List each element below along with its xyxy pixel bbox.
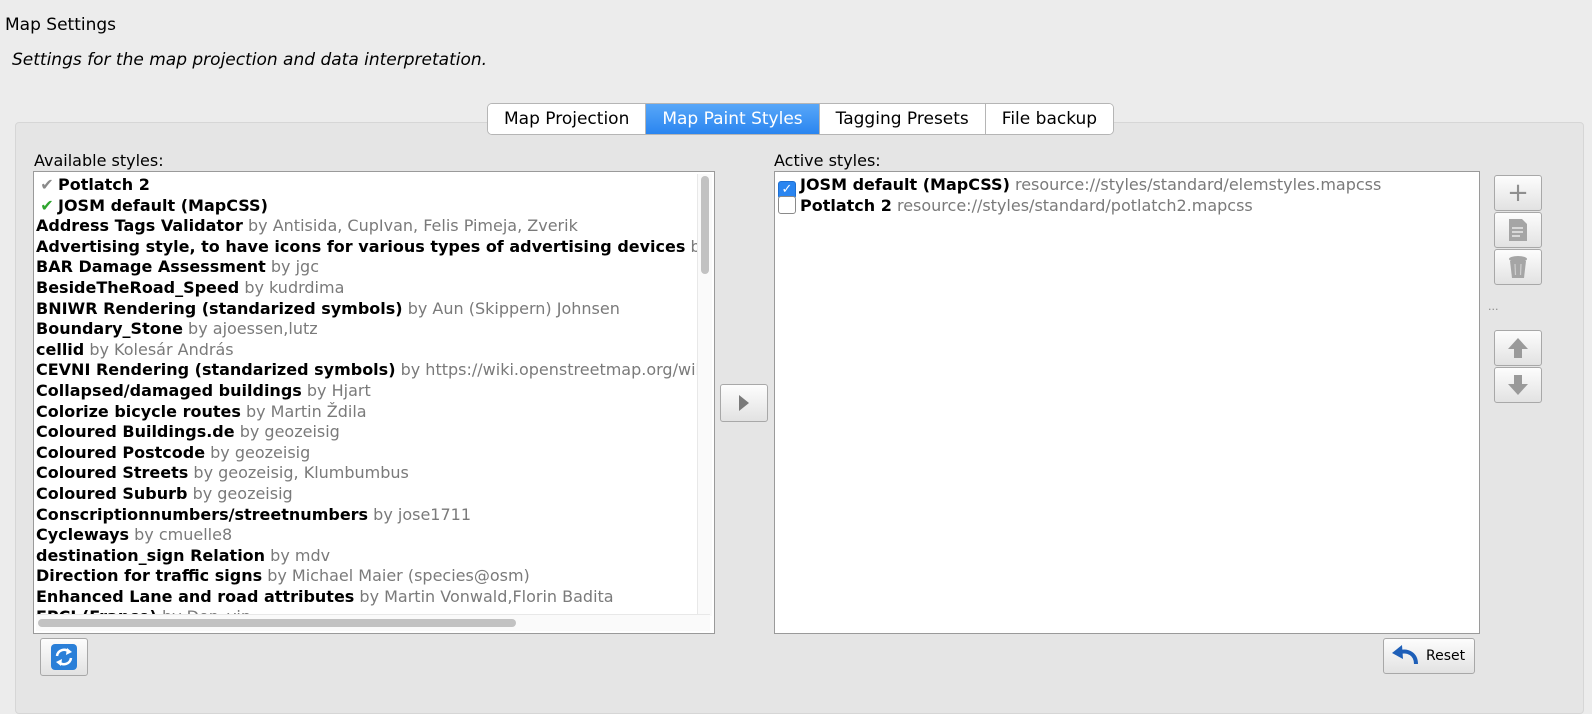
checkbox[interactable] xyxy=(778,195,796,214)
tab-file-backup[interactable]: File backup xyxy=(985,104,1114,134)
list-item[interactable]: Coloured Streets by geozeisig, Klumbumbu… xyxy=(36,463,708,484)
reset-button[interactable]: Reset xyxy=(1383,638,1475,674)
refresh-icon xyxy=(51,644,77,670)
list-item[interactable]: BNIWR Rendering (standarized symbols) by… xyxy=(36,299,708,320)
edit-icon xyxy=(1509,219,1527,241)
list-item[interactable]: Potlatch 2 resource://styles/standard/po… xyxy=(778,195,1381,217)
list-item[interactable]: ✔ Potlatch 2 xyxy=(36,175,708,196)
move-down-button[interactable] xyxy=(1494,367,1542,403)
list-item[interactable]: Coloured Postcode by geozeisig xyxy=(36,443,708,464)
horizontal-scrollbar-thumb[interactable] xyxy=(38,619,516,627)
arrow-up-icon xyxy=(1508,338,1528,358)
horizontal-scrollbar[interactable] xyxy=(36,614,710,631)
trash-icon xyxy=(1509,256,1527,278)
arrow-down-icon xyxy=(1508,375,1528,395)
arrow-right-icon xyxy=(739,395,749,411)
undo-arrow-icon xyxy=(1392,645,1418,665)
add-to-active-button[interactable] xyxy=(720,384,768,422)
tab-bar: Map Projection Map Paint Styles Tagging … xyxy=(487,103,1115,135)
refresh-button[interactable] xyxy=(40,638,88,676)
list-item[interactable]: Colorize bicycle routes by Martin Ždila xyxy=(36,402,708,423)
vertical-scrollbar[interactable] xyxy=(697,174,712,616)
check-green-icon: ✔ xyxy=(40,195,54,215)
check-gray-icon: ✔ xyxy=(40,175,54,194)
list-item[interactable]: Coloured Suburb by geozeisig xyxy=(36,484,708,505)
active-styles-list[interactable]: ✓ JOSM default (MapCSS) resource://styles… xyxy=(774,171,1480,634)
move-up-button[interactable] xyxy=(1494,330,1542,366)
delete-style-button[interactable] xyxy=(1494,249,1542,285)
available-styles-label: Available styles: xyxy=(34,151,164,170)
page-subtitle: Settings for the map projection and data… xyxy=(12,50,488,70)
list-item[interactable]: Address Tags Validator by Antisida, CupI… xyxy=(36,216,708,237)
list-item[interactable]: BAR Damage Assessment by jgc xyxy=(36,257,708,278)
available-styles-list[interactable]: ✔ Potlatch 2 ✔ JOSM default (MapCSS) Addre… xyxy=(33,171,715,634)
add-style-button[interactable]: + xyxy=(1494,175,1542,211)
edit-style-button[interactable] xyxy=(1494,212,1542,248)
list-item[interactable]: Conscriptionnumbers/streetnumbers by jos… xyxy=(36,505,708,526)
window-title: Map Settings xyxy=(5,15,117,35)
list-item[interactable]: ✔ JOSM default (MapCSS) xyxy=(36,196,708,217)
list-item[interactable]: Enhanced Lane and road attributes by Mar… xyxy=(36,587,708,608)
list-item[interactable]: Boundary_Stone by ajoessen,lutz xyxy=(36,319,708,340)
tab-tagging-presets[interactable]: Tagging Presets xyxy=(819,104,986,134)
vertical-scrollbar-thumb[interactable] xyxy=(701,176,709,274)
reset-label: Reset xyxy=(1426,648,1466,664)
plus-icon: + xyxy=(1507,178,1529,208)
list-item[interactable]: cellid by Kolesár András xyxy=(36,340,708,361)
list-item[interactable]: Direction for traffic signs by Michael M… xyxy=(36,566,708,587)
more-indicator: ... xyxy=(1488,300,1499,313)
list-item[interactable]: Collapsed/damaged buildings by Hjart xyxy=(36,381,708,402)
list-item[interactable]: Advertising style, to have icons for var… xyxy=(36,237,708,258)
list-item[interactable]: Cycleways by cmuelle8 xyxy=(36,525,708,546)
active-styles-items: ✓ JOSM default (MapCSS) resource://styles… xyxy=(778,175,1381,216)
tab-map-projection[interactable]: Map Projection xyxy=(488,104,647,134)
list-item[interactable]: Coloured Buildings.de by geozeisig xyxy=(36,422,708,443)
list-item[interactable]: destination_sign Relation by mdv xyxy=(36,546,708,567)
tab-map-paint-styles[interactable]: Map Paint Styles xyxy=(646,104,820,134)
list-item[interactable]: CEVNI Rendering (standarized symbols) by… xyxy=(36,360,708,381)
available-styles-items: ✔ Potlatch 2 ✔ JOSM default (MapCSS) Addre… xyxy=(36,175,708,628)
active-styles-label: Active styles: xyxy=(774,151,881,170)
list-item[interactable]: ✓ JOSM default (MapCSS) resource://styles… xyxy=(778,175,1381,199)
list-item[interactable]: BesideTheRoad_Speed by kudrdima xyxy=(36,278,708,299)
